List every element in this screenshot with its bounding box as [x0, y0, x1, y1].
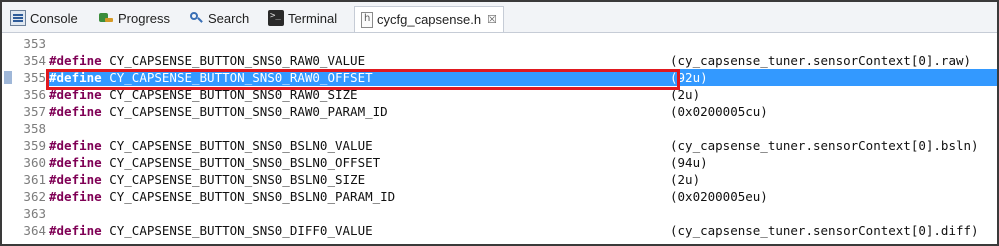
- macro-value: (0x0200005eu): [670, 189, 768, 204]
- preprocessor-keyword: #define: [49, 104, 102, 119]
- code-editor[interactable]: 353 354 #define CY_CAPSENSE_BUTTON_SNS0_RA…: [2, 33, 997, 244]
- macro-value: (2u): [670, 87, 701, 102]
- line-number: 364: [23, 223, 46, 238]
- close-tab-icon[interactable]: ☒: [487, 13, 497, 26]
- preprocessor-keyword: #define: [49, 189, 102, 204]
- preprocessor-keyword: #define: [49, 87, 102, 102]
- tab-label: cycfg_capsense.h: [377, 12, 482, 27]
- tab-label: Search: [208, 10, 250, 26]
- preprocessor-keyword: #define: [49, 223, 102, 238]
- macro-name: CY_CAPSENSE_BUTTON_SNS0_BSLN0_OFFSET: [109, 155, 381, 170]
- code-line[interactable]: 360 #define CY_CAPSENSE_BUTTON_SNS0_BSLN0…: [2, 154, 997, 171]
- code-line[interactable]: 359 #define CY_CAPSENSE_BUTTON_SNS0_BSLN0…: [2, 137, 997, 154]
- tab-search[interactable]: Search: [188, 8, 249, 28]
- tab-console[interactable]: Console: [10, 8, 78, 28]
- line-number: 357: [23, 104, 46, 119]
- code-line-selected[interactable]: 355 #define CY_CAPSENSE_BUTTON_SNS0_RAW0_…: [2, 69, 997, 86]
- tab-label: Console: [30, 10, 78, 26]
- code-line[interactable]: 362 #define CY_CAPSENSE_BUTTON_SNS0_BSLN0…: [2, 188, 997, 205]
- line-number: 360: [23, 155, 46, 170]
- code-text[interactable]: #define CY_CAPSENSE_BUTTON_SNS0_RAW0_OFF…: [49, 69, 997, 86]
- line-number: 362: [23, 189, 46, 204]
- code-line[interactable]: 357 #define CY_CAPSENSE_BUTTON_SNS0_RAW0_…: [2, 103, 997, 120]
- preprocessor-keyword: #define: [49, 53, 102, 68]
- code-text[interactable]: #define CY_CAPSENSE_BUTTON_SNS0_BSLN0_SI…: [49, 171, 997, 188]
- macro-value: (0x0200005cu): [670, 104, 768, 119]
- code-text[interactable]: [49, 205, 997, 222]
- line-number: 353: [23, 36, 46, 51]
- line-number: 361: [23, 172, 46, 187]
- macro-name: CY_CAPSENSE_BUTTON_SNS0_RAW0_VALUE: [109, 53, 366, 68]
- header-file-icon: [361, 11, 373, 28]
- preprocessor-keyword: #define: [49, 155, 102, 170]
- macro-value: (2u): [670, 172, 701, 187]
- code-text[interactable]: #define CY_CAPSENSE_BUTTON_SNS0_BSLN0_PA…: [49, 188, 997, 205]
- line-number: 356: [23, 87, 46, 102]
- code-line[interactable]: 356 #define CY_CAPSENSE_BUTTON_SNS0_RAW0_…: [2, 86, 997, 103]
- preprocessor-keyword: #define: [49, 70, 102, 85]
- tab-cycfg-capsense-h[interactable]: cycfg_capsense.h ☒: [354, 6, 504, 32]
- macro-name: CY_CAPSENSE_BUTTON_SNS0_DIFF0_VALUE: [109, 223, 373, 238]
- terminal-icon: [268, 10, 284, 26]
- code-line[interactable]: 363: [2, 205, 997, 222]
- macro-value: (cy_capsense_tuner.sensorContext[0].raw): [670, 53, 972, 68]
- line-number: 358: [23, 121, 46, 136]
- progress-icon: [98, 10, 114, 26]
- tab-label: Terminal: [288, 10, 338, 26]
- code-text[interactable]: #define CY_CAPSENSE_BUTTON_SNS0_RAW0_VAL…: [49, 52, 997, 69]
- code-line[interactable]: 361 #define CY_CAPSENSE_BUTTON_SNS0_BSLN0…: [2, 171, 997, 188]
- code-text[interactable]: [49, 120, 997, 137]
- code-text[interactable]: #define CY_CAPSENSE_BUTTON_SNS0_RAW0_PAR…: [49, 103, 997, 120]
- search-icon: [188, 10, 204, 26]
- tab-label: Progress: [118, 10, 171, 26]
- preprocessor-keyword: #define: [49, 138, 102, 153]
- macro-name: CY_CAPSENSE_BUTTON_SNS0_BSLN0_SIZE: [109, 172, 366, 187]
- macro-value: (cy_capsense_tuner.sensorContext[0].diff…: [670, 223, 979, 238]
- view-tab-bar: Console Progress Search Terminal cycfg_c…: [2, 2, 997, 33]
- macro-name: CY_CAPSENSE_BUTTON_SNS0_RAW0_SIZE: [109, 87, 358, 102]
- macro-value: (cy_capsense_tuner.sensorContext[0].bsln…: [670, 138, 979, 153]
- ide-editor-window: Console Progress Search Terminal cycfg_c…: [0, 0, 999, 246]
- line-number: 354: [23, 53, 46, 68]
- code-text[interactable]: #define CY_CAPSENSE_BUTTON_SNS0_BSLN0_OF…: [49, 154, 997, 171]
- macro-value: (94u): [670, 155, 708, 170]
- macro-name: CY_CAPSENSE_BUTTON_SNS0_BSLN0_VALUE: [109, 138, 373, 153]
- line-number: 363: [23, 206, 46, 221]
- macro-name: CY_CAPSENSE_BUTTON_SNS0_RAW0_OFFSET: [109, 70, 373, 85]
- macro-name: CY_CAPSENSE_BUTTON_SNS0_BSLN0_PARAM_ID: [109, 189, 396, 204]
- code-line[interactable]: 353: [2, 35, 997, 52]
- line-number: 355: [23, 70, 46, 85]
- console-icon: [10, 10, 26, 26]
- code-line[interactable]: 364 #define CY_CAPSENSE_BUTTON_SNS0_DIFF0…: [2, 222, 997, 239]
- code-line[interactable]: 358: [2, 120, 997, 137]
- code-text[interactable]: #define CY_CAPSENSE_BUTTON_SNS0_RAW0_SIZ…: [49, 86, 997, 103]
- macro-name: CY_CAPSENSE_BUTTON_SNS0_RAW0_PARAM_ID: [109, 104, 388, 119]
- code-text[interactable]: #define CY_CAPSENSE_BUTTON_SNS0_DIFF0_VA…: [49, 222, 997, 239]
- tab-progress[interactable]: Progress: [98, 8, 170, 28]
- code-line[interactable]: 354 #define CY_CAPSENSE_BUTTON_SNS0_RAW0_…: [2, 52, 997, 69]
- line-number: 359: [23, 138, 46, 153]
- current-line-marker: [4, 71, 12, 84]
- code-text[interactable]: [49, 35, 997, 52]
- macro-value: (92u): [670, 70, 708, 85]
- preprocessor-keyword: #define: [49, 172, 102, 187]
- tab-terminal[interactable]: Terminal: [268, 8, 337, 28]
- code-text[interactable]: #define CY_CAPSENSE_BUTTON_SNS0_BSLN0_VA…: [49, 137, 997, 154]
